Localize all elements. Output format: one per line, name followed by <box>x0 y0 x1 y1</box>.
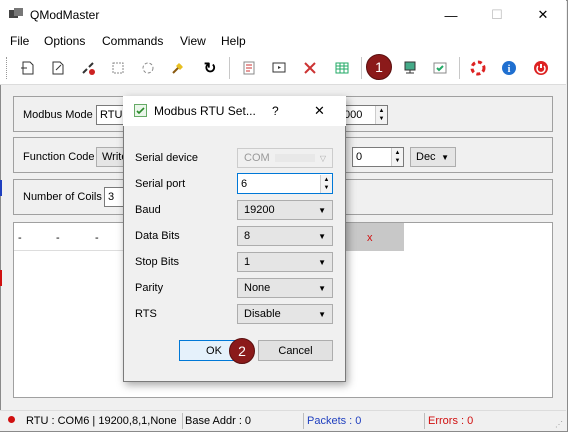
spin-arrows[interactable]: ▲ ▼ <box>391 148 403 166</box>
log-icon[interactable] <box>238 57 260 79</box>
parity-select[interactable]: None ▼ <box>237 278 333 298</box>
scan-icon[interactable] <box>137 57 159 79</box>
chevron-down-icon: ▽ <box>319 153 326 163</box>
stop-bits-select[interactable]: 1 ▼ <box>237 252 333 272</box>
status-packets: Packets : 0 <box>307 415 362 427</box>
reset-icon[interactable]: ↻ <box>199 57 221 79</box>
table-cell[interactable]: - <box>18 232 22 244</box>
tools-icon[interactable] <box>299 57 321 79</box>
function-code-label: Function Code <box>23 151 95 163</box>
serial-port-value: 6 <box>241 177 248 190</box>
serial-port-label: Serial port <box>135 178 186 190</box>
rtu-settings-icon[interactable] <box>399 57 421 79</box>
baud-select[interactable]: 19200 ▼ <box>237 200 333 220</box>
disconnect-icon[interactable] <box>77 57 99 79</box>
connect-icon[interactable] <box>17 57 39 79</box>
serial-device-placeholder <box>274 154 315 162</box>
dialog-title: Modbus RTU Set... <box>154 104 256 118</box>
bus-monitor-icon[interactable] <box>268 57 290 79</box>
support-icon[interactable] <box>467 57 489 79</box>
status-separator <box>182 413 183 429</box>
status-led-icon <box>8 416 15 423</box>
data-bits-label: Data Bits <box>135 230 180 242</box>
scan-rate-spinbox[interactable]: 000 ▲ ▼ <box>340 105 388 125</box>
edge-marker <box>0 180 2 196</box>
chevron-down-icon: ▼ <box>318 283 326 293</box>
chevron-down-icon: ▼ <box>441 152 449 162</box>
table-cell-highlight <box>345 223 404 251</box>
maximize-button[interactable]: ☐ <box>474 0 520 30</box>
edge-marker <box>0 270 2 286</box>
window-title: QModMaster <box>30 8 100 22</box>
table-cell-x[interactable]: x <box>367 232 373 244</box>
status-connection: RTU : COM6 | 19200,8,1,None <box>26 415 177 427</box>
rts-select[interactable]: Disable ▼ <box>237 304 333 324</box>
spin-arrows[interactable]: ▲ ▼ <box>375 106 387 124</box>
chevron-down-icon: ▼ <box>318 205 326 215</box>
menu-file[interactable]: File <box>10 34 29 48</box>
number-of-coils-label: Number of Coils <box>23 191 102 203</box>
cancel-button[interactable]: Cancel <box>258 340 333 361</box>
table-cell[interactable]: - <box>56 232 60 244</box>
chevron-down-icon: ▼ <box>318 231 326 241</box>
app-icon <box>9 8 23 20</box>
table-icon[interactable] <box>331 57 353 79</box>
chevron-down-icon: ▼ <box>318 257 326 267</box>
status-separator <box>424 413 425 429</box>
step-badge-2: 2 <box>229 338 255 364</box>
scan-rate-value: 000 <box>344 109 363 121</box>
format-select[interactable]: Dec ▼ <box>410 147 456 167</box>
status-separator <box>303 413 304 429</box>
menu-commands[interactable]: Commands <box>102 34 163 48</box>
tcp-settings-icon[interactable] <box>429 57 451 79</box>
format-value: Dec <box>416 151 436 163</box>
toolbar-separator <box>361 57 362 79</box>
rts-value: Disable <box>244 308 281 320</box>
spin-arrows[interactable]: ▲ ▼ <box>320 174 332 193</box>
start-address-value: 0 <box>356 151 363 163</box>
parity-label: Parity <box>135 282 164 294</box>
rts-label: RTS <box>135 308 157 320</box>
menu-help[interactable]: Help <box>221 34 246 48</box>
svg-text:i: i <box>508 64 511 75</box>
start-address-spinbox[interactable]: 0 ▲ ▼ <box>352 147 404 167</box>
toolbar-separator <box>459 57 460 79</box>
step-badge-1: 1 <box>366 54 392 80</box>
status-errors: Errors : 0 <box>428 415 474 427</box>
toolbar-grip <box>6 57 9 79</box>
serial-port-spinbox[interactable]: 6 ▲ ▼ <box>237 173 333 194</box>
baud-value: 19200 <box>244 204 275 216</box>
toolbar-separator <box>229 57 230 79</box>
serial-device-select[interactable]: COM ▽ <box>237 148 333 168</box>
menu-options[interactable]: Options <box>44 34 85 48</box>
info-icon[interactable]: i <box>498 57 520 79</box>
status-base-addr: Base Addr : 0 <box>185 415 252 427</box>
table-cell[interactable]: - <box>95 232 99 244</box>
load-session-icon[interactable] <box>47 57 69 79</box>
resize-grip-icon[interactable]: ⋰ <box>555 420 565 430</box>
serial-device-value: COM <box>244 152 270 164</box>
stop-bits-label: Stop Bits <box>135 256 180 268</box>
exit-icon[interactable] <box>530 57 552 79</box>
modbus-mode-label: Modbus Mode <box>23 109 93 121</box>
dialog-close-button[interactable]: ✕ <box>314 103 325 119</box>
parity-value: None <box>244 282 271 294</box>
serial-device-label: Serial device <box>135 152 198 164</box>
stop-bits-value: 1 <box>244 256 251 268</box>
read-write-icon[interactable] <box>107 57 129 79</box>
menu-view[interactable]: View <box>180 34 206 48</box>
close-button[interactable]: ✕ <box>520 0 566 30</box>
chevron-down-icon: ▼ <box>318 309 326 319</box>
minimize-button[interactable]: — <box>428 0 474 30</box>
data-bits-select[interactable]: 8 ▼ <box>237 226 333 246</box>
dialog-app-icon <box>134 104 147 117</box>
clear-icon[interactable] <box>167 57 189 79</box>
data-bits-value: 8 <box>244 230 251 242</box>
dialog-help-button[interactable]: ? <box>272 104 279 118</box>
baud-label: Baud <box>135 204 161 216</box>
